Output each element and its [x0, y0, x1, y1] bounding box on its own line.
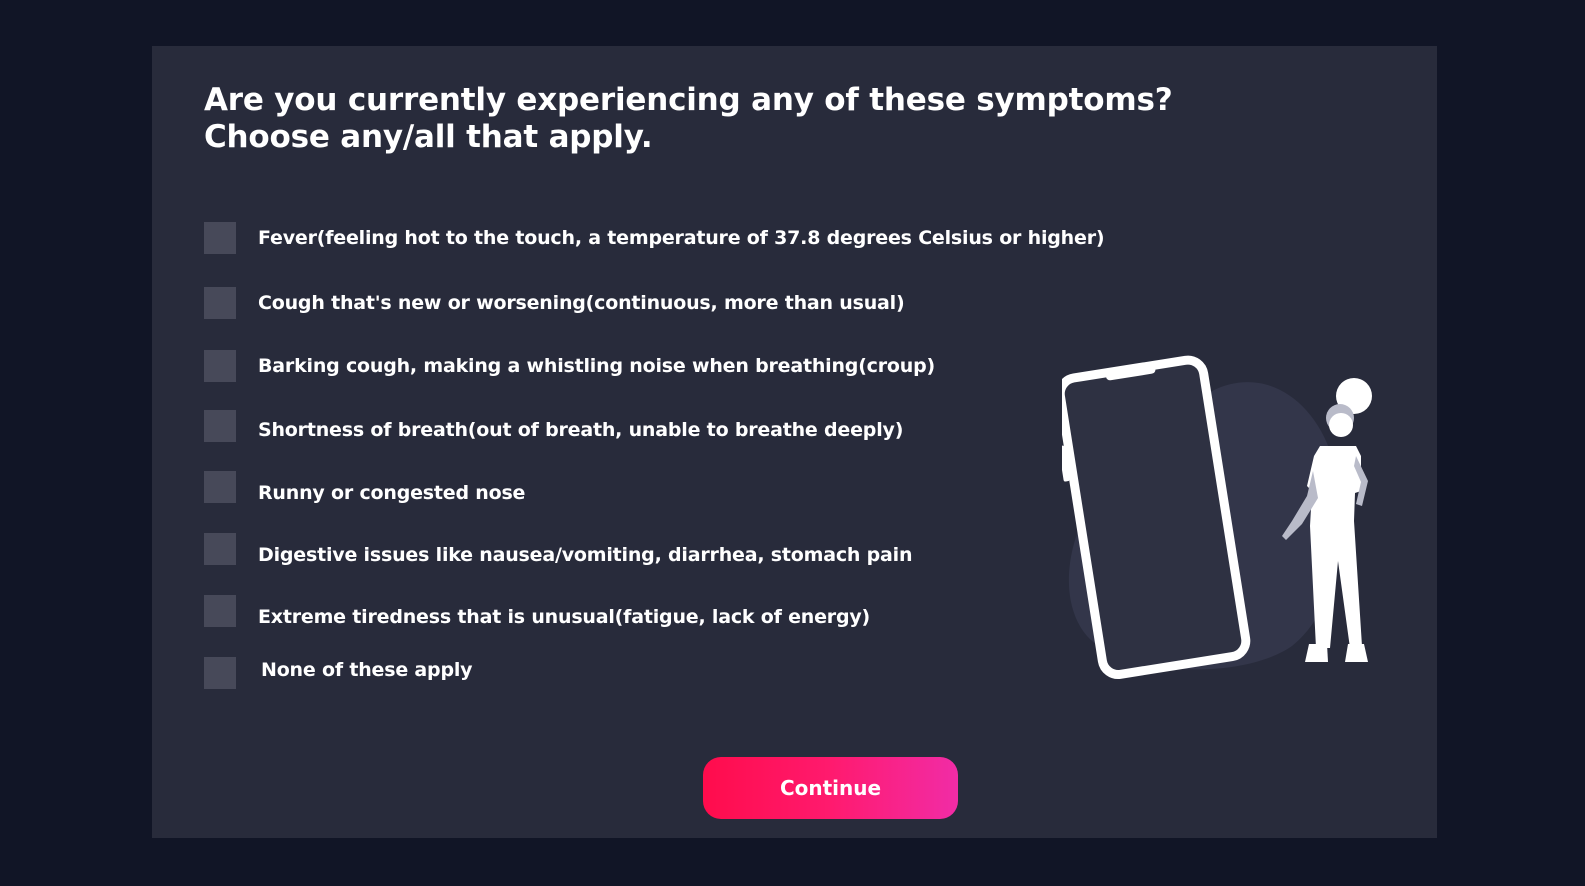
option-barking-cough[interactable]: Barking cough, making a whistling noise … — [204, 350, 935, 382]
title-line-1: Are you currently experiencing any of th… — [204, 82, 1173, 118]
option-label: Barking cough, making a whistling noise … — [258, 355, 935, 377]
option-label: Digestive issues like nausea/vomiting, d… — [258, 544, 913, 566]
person-with-phone-icon — [1062, 355, 1372, 679]
option-shortness-of-breath[interactable]: Shortness of breath(out of breath, unabl… — [204, 410, 903, 442]
option-extreme-tiredness[interactable]: Extreme tiredness that is unusual(fatigu… — [204, 595, 871, 628]
option-label: Cough that's new or worsening(continuous… — [258, 292, 905, 314]
option-label: Runny or congested nose — [258, 482, 526, 504]
option-none[interactable]: None of these apply — [204, 657, 473, 689]
option-runny-nose[interactable]: Runny or congested nose — [204, 471, 526, 504]
checkbox-cough[interactable] — [204, 287, 236, 319]
option-fever[interactable]: Fever(feeling hot to the touch, a temper… — [204, 222, 1105, 254]
checkbox-digestive-issues[interactable] — [204, 533, 236, 565]
page-title: Are you currently experiencing any of th… — [204, 82, 1173, 156]
option-label: None of these apply — [261, 659, 473, 681]
checkbox-fever[interactable] — [204, 222, 236, 254]
checkbox-shortness-of-breath[interactable] — [204, 410, 236, 442]
option-label: Shortness of breath(out of breath, unabl… — [258, 419, 904, 441]
option-label: Fever(feeling hot to the touch, a temper… — [258, 227, 1105, 249]
checkbox-runny-nose[interactable] — [204, 471, 236, 503]
title-line-2: Choose any/all that apply. — [204, 119, 653, 155]
option-digestive-issues[interactable]: Digestive issues like nausea/vomiting, d… — [204, 533, 913, 566]
checkbox-none[interactable] — [204, 657, 236, 689]
checkbox-extreme-tiredness[interactable] — [204, 595, 236, 627]
symptom-panel: Are you currently experiencing any of th… — [152, 46, 1437, 838]
continue-button[interactable]: Continue — [703, 757, 958, 819]
option-cough[interactable]: Cough that's new or worsening(continuous… — [204, 287, 905, 319]
option-label: Extreme tiredness that is unusual(fatigu… — [258, 606, 871, 628]
checkbox-barking-cough[interactable] — [204, 350, 236, 382]
